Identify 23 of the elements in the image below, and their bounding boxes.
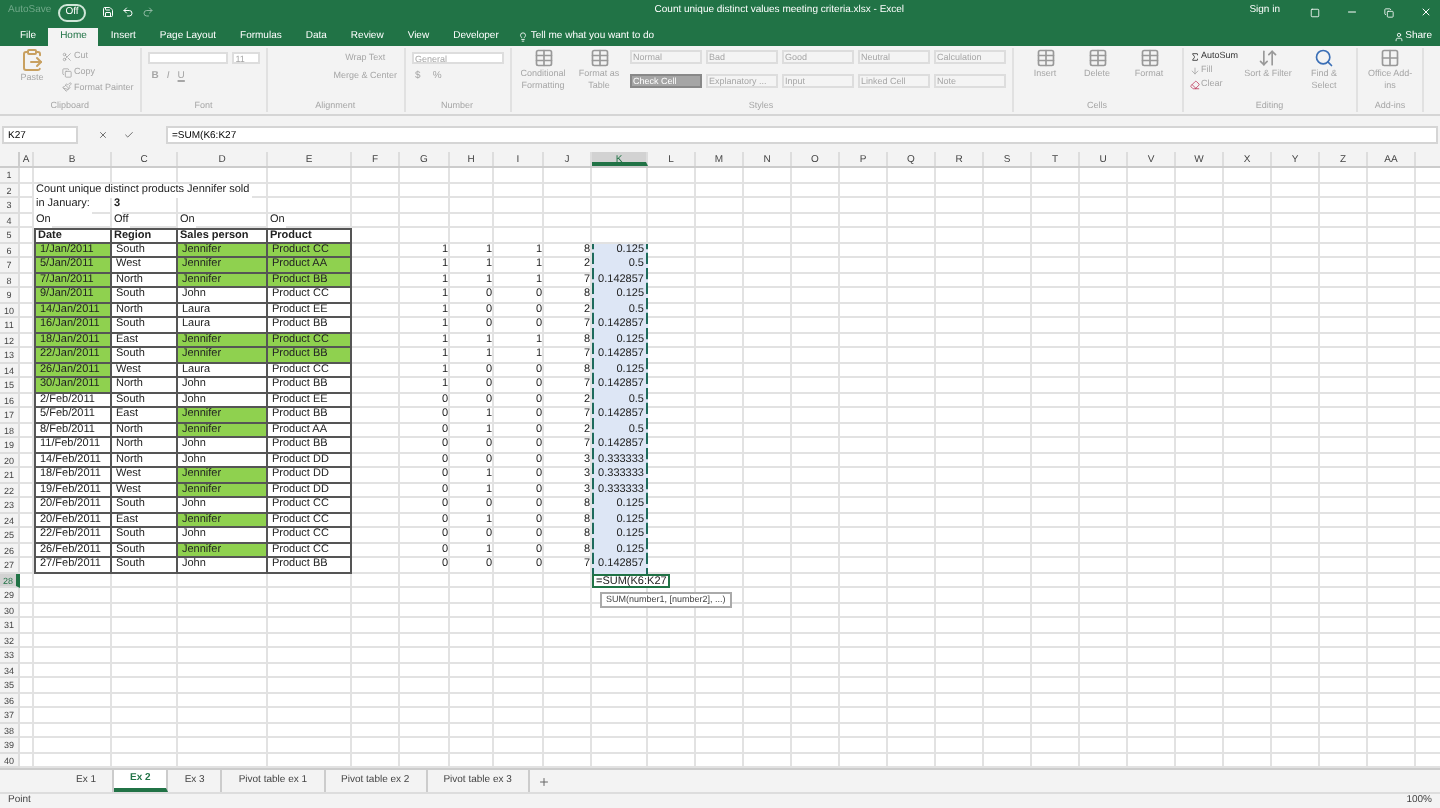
save-icon[interactable]: [102, 6, 115, 18]
user-icon: [1393, 32, 1404, 42]
minimize-icon[interactable]: [1346, 6, 1358, 18]
add-sheet-icon[interactable]: [537, 775, 550, 787]
paste-icon: [20, 48, 44, 72]
table-icon: [533, 48, 554, 68]
sort-icon: [1258, 48, 1279, 68]
sigma-icon: [1189, 51, 1200, 61]
copy-icon: [62, 67, 72, 78]
enter-icon[interactable]: [124, 129, 134, 139]
restore-icon[interactable]: [1384, 7, 1394, 17]
table-icon: [1035, 48, 1056, 68]
close-icon[interactable]: [1420, 6, 1432, 18]
table-icon: [1139, 48, 1160, 68]
search-icon: [1314, 48, 1335, 68]
table-icon: [1087, 48, 1108, 68]
brush-icon: [62, 82, 72, 93]
arrow-down-icon: [1189, 65, 1200, 75]
table-icon: [589, 48, 610, 68]
undo-icon[interactable]: [122, 6, 135, 18]
lightbulb-icon: [518, 32, 529, 42]
scissors-icon: [62, 51, 72, 62]
eraser-icon: [1189, 79, 1200, 89]
